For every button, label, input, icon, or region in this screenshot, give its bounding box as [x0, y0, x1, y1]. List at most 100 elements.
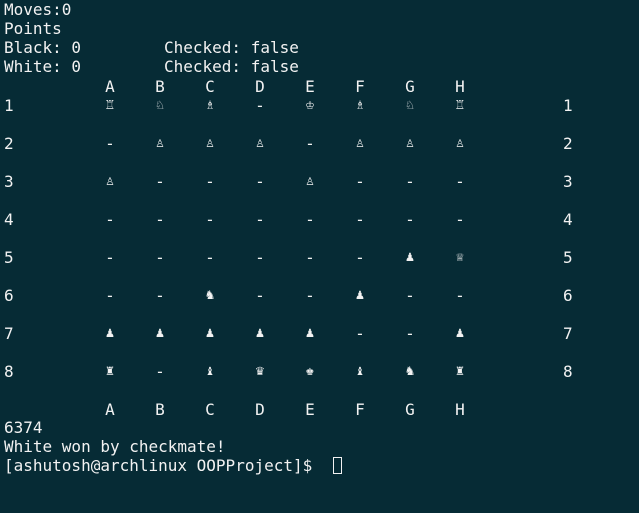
column-label-top-f: F [355, 77, 365, 96]
empty-square: - [205, 172, 215, 191]
chess-piece-icon: ♜ [455, 363, 465, 379]
row-label-right-4: 4 [563, 210, 573, 229]
black-points: Black: 0 [4, 38, 82, 57]
row-label-right-8: 8 [563, 362, 573, 381]
chess-piece-icon: ♙ [255, 135, 265, 151]
empty-square: - [405, 210, 415, 229]
chess-piece-icon: ♟ [405, 249, 415, 265]
column-label-bottom-b: B [155, 400, 165, 419]
row-label-right-2: 2 [563, 134, 573, 153]
shell-prompt: [ashutosh@archlinux OOPProject]$ [4, 456, 322, 475]
chess-piece-icon: ♞ [205, 287, 215, 303]
row-label-right-1: 1 [563, 96, 573, 115]
chess-piece-icon: ♕ [455, 249, 465, 265]
column-label-top-b: B [155, 77, 165, 96]
row-label-left-3: 3 [4, 172, 14, 191]
empty-square: - [155, 286, 165, 305]
chess-piece-icon: ♙ [455, 135, 465, 151]
chess-piece-icon: ♖ [455, 97, 465, 113]
chess-piece-icon: ♙ [205, 135, 215, 151]
chess-piece-icon: ♘ [405, 97, 415, 113]
empty-square: - [105, 210, 115, 229]
column-label-bottom-e: E [305, 400, 315, 419]
row-label-right-5: 5 [563, 248, 573, 267]
points-heading: Points [4, 19, 62, 38]
empty-square: - [455, 172, 465, 191]
empty-square: - [255, 172, 265, 191]
row-label-left-2: 2 [4, 134, 14, 153]
column-label-top-c: C [205, 77, 215, 96]
empty-square: - [355, 172, 365, 191]
chess-piece-icon: ♘ [155, 97, 165, 113]
chess-piece-icon: ♙ [355, 135, 365, 151]
row-label-right-6: 6 [563, 286, 573, 305]
chess-piece-icon: ♟ [305, 325, 315, 341]
chess-piece-icon: ♙ [405, 135, 415, 151]
empty-square: - [155, 172, 165, 191]
column-label-bottom-g: G [405, 400, 415, 419]
empty-square: - [255, 286, 265, 305]
empty-square: - [455, 286, 465, 305]
chess-piece-icon: ♟ [355, 287, 365, 303]
empty-square: - [155, 210, 165, 229]
chess-piece-icon: ♟ [155, 325, 165, 341]
chess-piece-icon: ♙ [305, 173, 315, 189]
chess-piece-icon: ♚ [305, 363, 315, 379]
empty-square: - [355, 210, 365, 229]
empty-square: - [155, 362, 165, 381]
chess-piece-icon: ♔ [305, 97, 315, 113]
empty-square: - [305, 210, 315, 229]
empty-square: - [255, 210, 265, 229]
row-label-left-8: 8 [4, 362, 14, 381]
chess-piece-icon: ♝ [355, 363, 365, 379]
column-label-top-e: E [305, 77, 315, 96]
row-label-left-6: 6 [4, 286, 14, 305]
input-echo: 6374 [4, 418, 43, 437]
empty-square: - [255, 248, 265, 267]
empty-square: - [105, 248, 115, 267]
game-result-message: White won by checkmate! [4, 437, 226, 456]
column-label-bottom-f: F [355, 400, 365, 419]
column-label-bottom-h: H [455, 400, 465, 419]
terminal-cursor[interactable] [333, 457, 342, 474]
empty-square: - [455, 210, 465, 229]
empty-square: - [305, 134, 315, 153]
empty-square: - [405, 172, 415, 191]
empty-square: - [205, 210, 215, 229]
empty-square: - [105, 134, 115, 153]
chess-piece-icon: ♗ [205, 97, 215, 113]
chess-piece-icon: ♟ [205, 325, 215, 341]
empty-square: - [305, 286, 315, 305]
empty-square: - [405, 286, 415, 305]
chess-piece-icon: ♟ [455, 325, 465, 341]
chess-piece-icon: ♜ [105, 363, 115, 379]
row-label-left-4: 4 [4, 210, 14, 229]
empty-square: - [155, 248, 165, 267]
row-label-left-7: 7 [4, 324, 14, 343]
chess-piece-icon: ♟ [255, 325, 265, 341]
column-label-top-h: H [455, 77, 465, 96]
empty-square: - [305, 248, 315, 267]
empty-square: - [255, 96, 265, 115]
chess-piece-icon: ♛ [255, 363, 265, 379]
terminal-window[interactable]: Moves:0 Points Black: 0 Checked: false W… [0, 0, 639, 513]
chess-piece-icon: ♙ [155, 135, 165, 151]
chess-piece-icon: ♙ [105, 173, 115, 189]
row-label-left-5: 5 [4, 248, 14, 267]
white-checked-status: Checked: false [164, 57, 299, 76]
chess-piece-icon: ♖ [105, 97, 115, 113]
chess-piece-icon: ♞ [405, 363, 415, 379]
empty-square: - [355, 324, 365, 343]
chess-piece-icon: ♗ [355, 97, 365, 113]
black-checked-status: Checked: false [164, 38, 299, 57]
row-label-left-1: 1 [4, 96, 14, 115]
column-label-top-a: A [105, 77, 115, 96]
empty-square: - [355, 248, 365, 267]
chess-piece-icon: ♟ [105, 325, 115, 341]
column-label-bottom-a: A [105, 400, 115, 419]
column-label-top-d: D [255, 77, 265, 96]
empty-square: - [105, 286, 115, 305]
row-label-right-3: 3 [563, 172, 573, 191]
empty-square: - [405, 324, 415, 343]
white-points: White: 0 [4, 57, 82, 76]
